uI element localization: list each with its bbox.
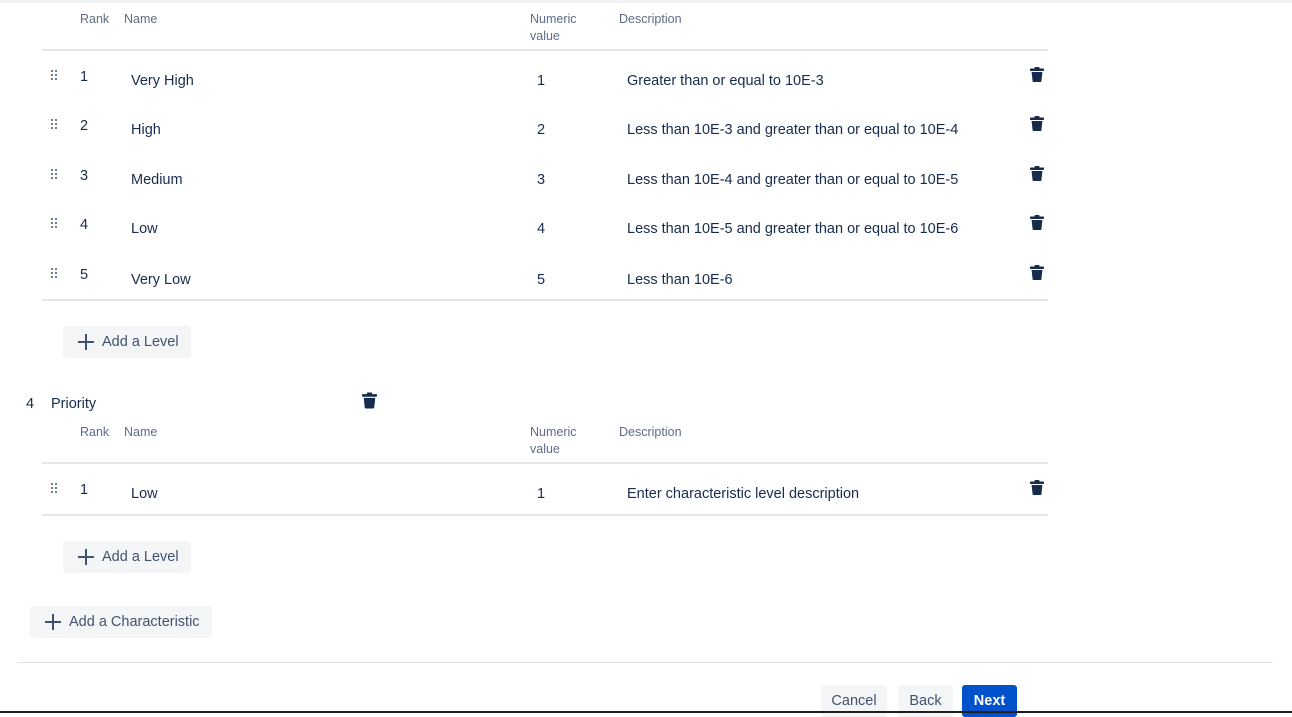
row-name[interactable]: Low [131,219,158,239]
column-header-numeric-line1: Numeric [530,12,577,26]
characteristic-number: 4 [26,396,35,412]
characteristic-name[interactable]: Priority [51,394,96,414]
column-header-name: Name [124,425,158,439]
table-bottom-divider [42,514,1048,516]
drag-handle-icon[interactable] [51,268,59,279]
column-header-numeric-line2: value [530,442,560,456]
plus-icon [78,334,94,350]
row-description[interactable]: Greater than or equal to 10E-3 [627,71,824,91]
row-rank: 5 [80,267,89,283]
row-description[interactable]: Less than 10E-3 and greater than or equa… [627,120,958,140]
row-description[interactable]: Less than 10E-6 [627,270,733,290]
row-rank: 4 [80,217,89,233]
row-description[interactable]: Less than 10E-5 and greater than or equa… [627,219,958,239]
row-name[interactable]: Very High [131,71,194,91]
trash-icon[interactable] [362,392,377,409]
column-header-numeric-line2: value [530,29,560,43]
row-numeric-value[interactable]: 2 [537,120,545,140]
row-name[interactable]: Very Low [131,270,191,290]
trash-icon[interactable] [1030,166,1044,181]
column-header-numeric: Numeric value [530,424,590,458]
footer-divider [18,662,1273,663]
add-level-button[interactable]: Add a Level [63,541,191,573]
row-numeric-value[interactable]: 3 [537,170,545,190]
column-header-description: Description [619,425,682,439]
drag-handle-icon[interactable] [51,119,59,130]
row-rank: 2 [80,118,89,134]
drag-handle-icon[interactable] [51,218,59,229]
column-header-numeric-line1: Numeric [530,425,577,439]
table-header-divider [42,49,1048,51]
row-description[interactable]: Enter characteristic level description [627,484,859,504]
add-level-button[interactable]: Add a Level [63,326,191,358]
drag-handle-icon[interactable] [51,70,59,81]
trash-icon[interactable] [1030,215,1044,230]
row-rank: 1 [80,482,89,498]
add-characteristic-label: Add a Characteristic [69,614,200,630]
row-description[interactable]: Less than 10E-4 and greater than or equa… [627,170,958,190]
row-rank: 3 [80,168,89,184]
column-header-name: Name [124,12,158,26]
row-numeric-value[interactable]: 1 [537,71,545,91]
trash-icon[interactable] [1030,265,1044,280]
table-bottom-divider [42,299,1048,301]
row-name[interactable]: Medium [131,170,183,190]
column-header-rank: Rank [80,12,110,26]
plus-icon [45,614,61,630]
top-divider [0,0,1292,3]
row-numeric-value[interactable]: 4 [537,219,545,239]
row-numeric-value[interactable]: 1 [537,484,545,504]
row-name[interactable]: Low [131,484,158,504]
plus-icon [78,549,94,565]
column-header-numeric: Numeric value [530,11,590,45]
drag-handle-icon[interactable] [51,169,59,180]
add-level-label: Add a Level [102,334,179,350]
column-header-rank: Rank [80,425,110,439]
drag-handle-icon[interactable] [51,483,59,494]
table-header-divider [42,462,1048,464]
row-name[interactable]: High [131,120,161,140]
add-characteristic-button[interactable]: Add a Characteristic [30,606,212,638]
row-rank: 1 [80,69,89,85]
trash-icon[interactable] [1030,480,1044,495]
trash-icon[interactable] [1030,67,1044,82]
row-numeric-value[interactable]: 5 [537,270,545,290]
trash-icon[interactable] [1030,116,1044,131]
column-header-description: Description [619,12,682,26]
add-level-label: Add a Level [102,549,179,565]
